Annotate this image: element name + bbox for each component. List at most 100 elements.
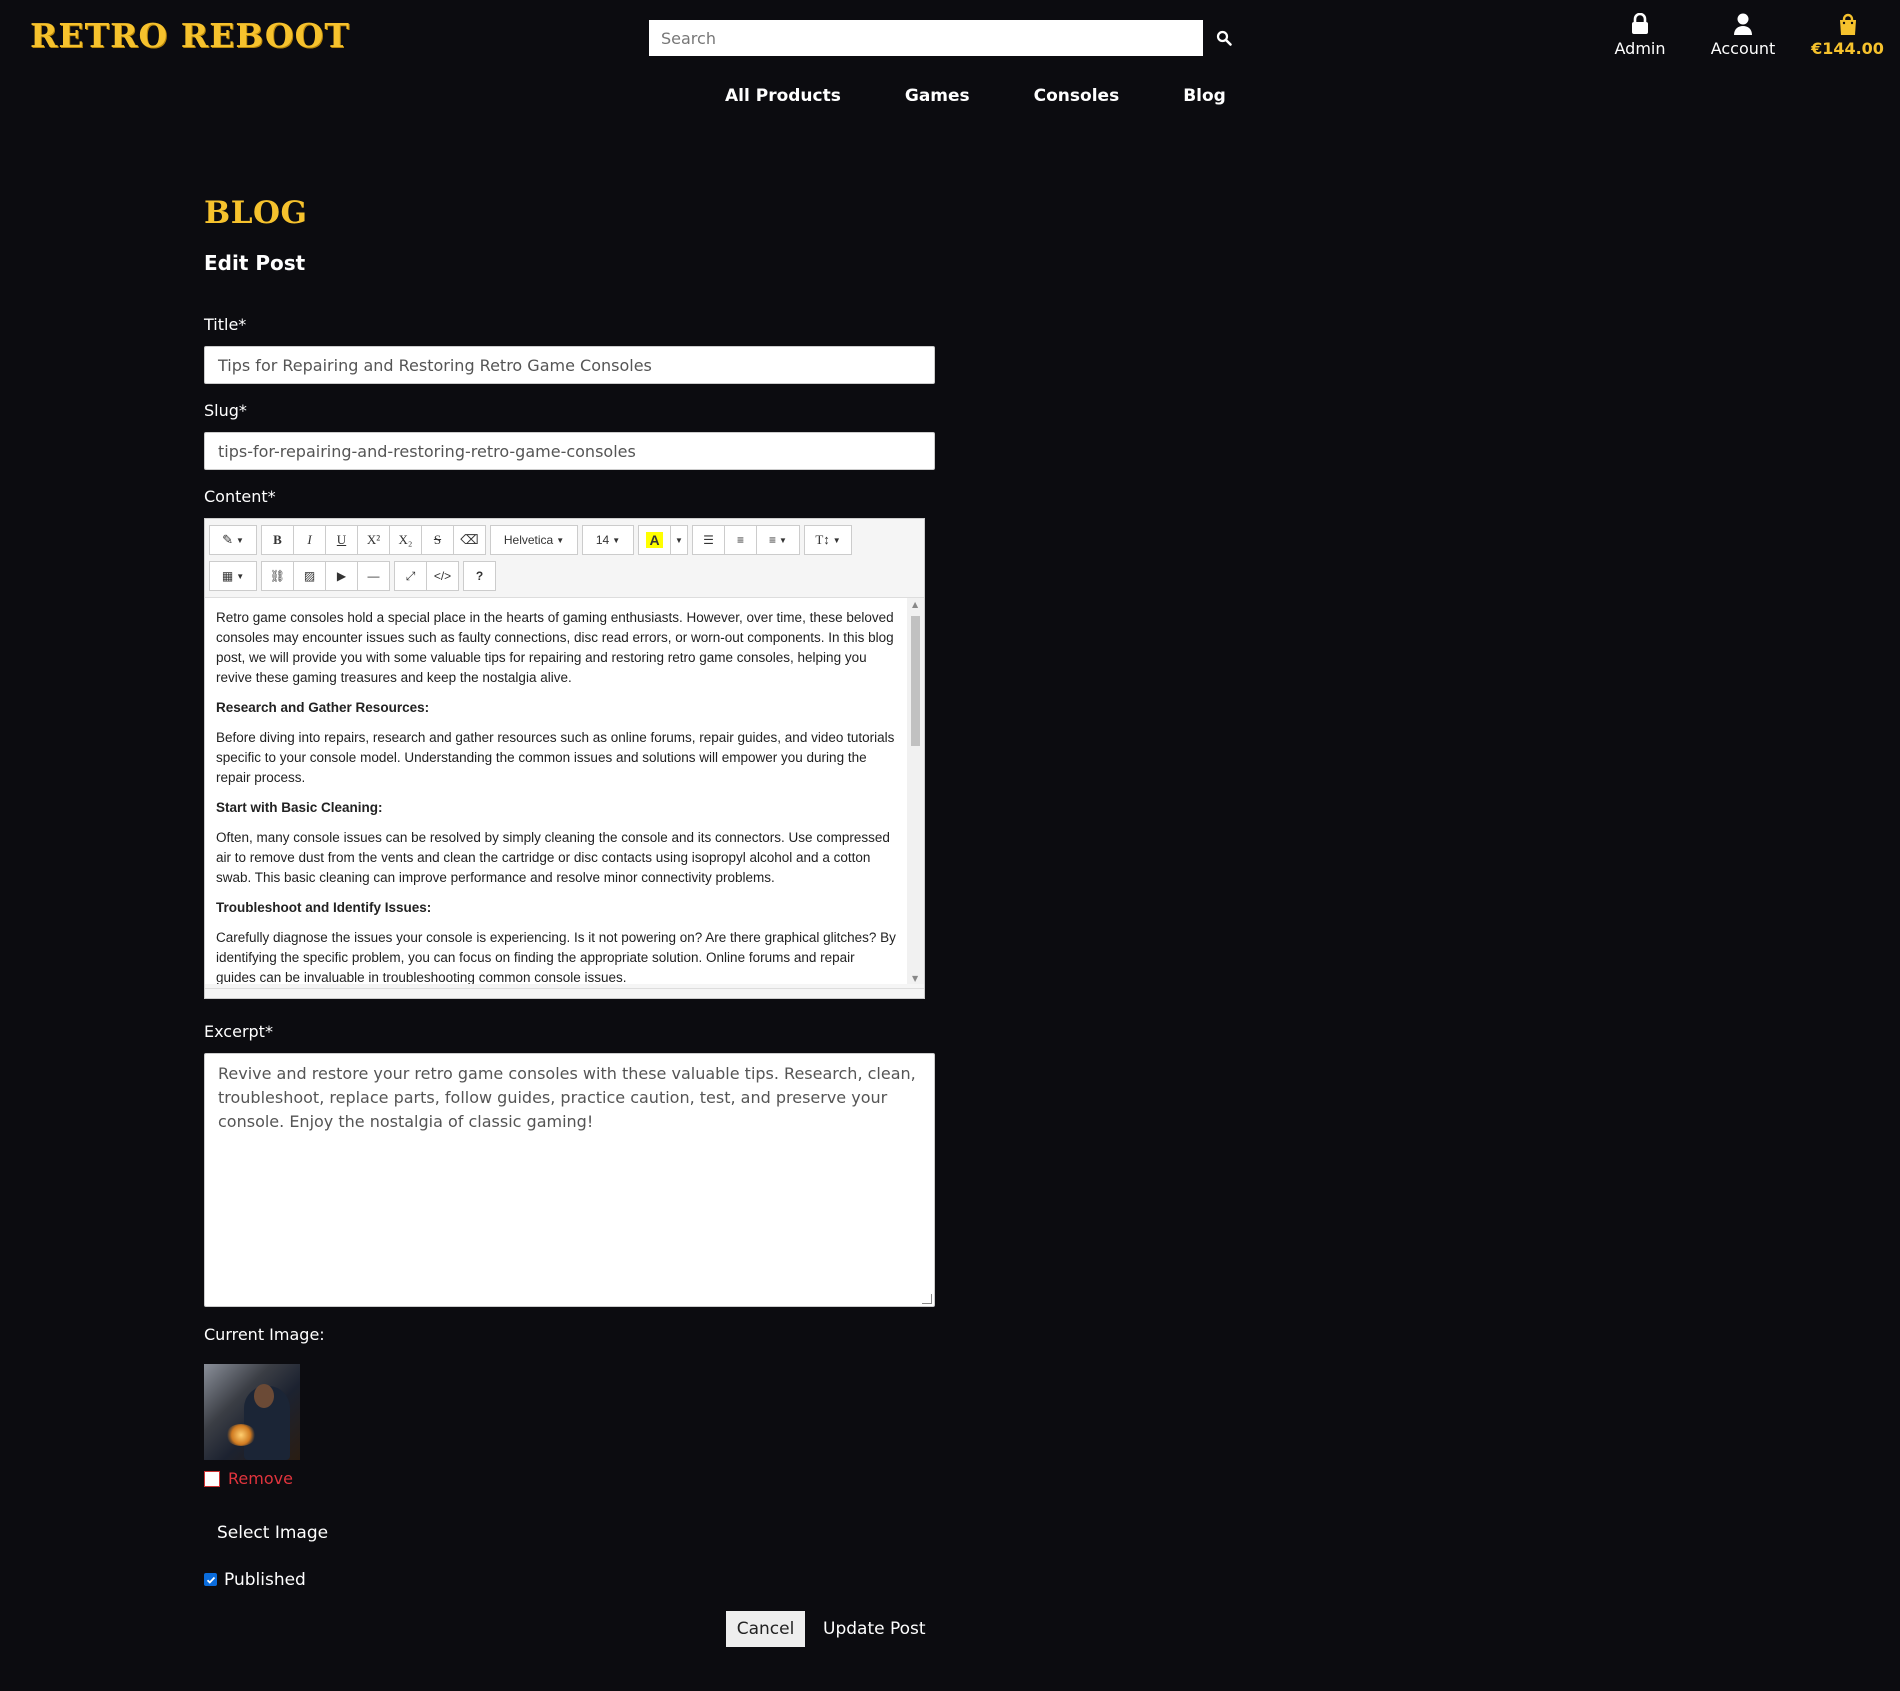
superscript-button[interactable]: X² — [357, 525, 390, 555]
nav-blog[interactable]: Blog — [1183, 86, 1226, 106]
italic-button[interactable]: I — [293, 525, 326, 555]
ordered-list-icon: ≡ — [736, 533, 744, 547]
select-image-button[interactable]: Select Image — [217, 1523, 328, 1543]
title-input[interactable]: Tips for Repairing and Restoring Retro G… — [204, 346, 935, 384]
code-view-icon: </> — [433, 569, 452, 583]
eraser-icon: ⌫ — [460, 532, 479, 547]
horizontal-rule-button[interactable]: — — [357, 561, 390, 591]
scroll-up-icon[interactable]: ▲ — [912, 600, 918, 609]
help-group: ? — [463, 561, 496, 591]
editor-scrollbar[interactable]: ▲ ▼ — [907, 598, 924, 984]
scroll-down-icon[interactable]: ▼ — [912, 974, 918, 983]
content-editor: ✎ ▼ B I U X² X₂ S ⌫ Helvetica ▼ 14 ▼ A ▼ ☰ … — [204, 518, 925, 999]
font-name-group: Helvetica ▼ — [490, 525, 578, 555]
ordered-list-button[interactable]: ≡ — [724, 525, 757, 555]
nav-games[interactable]: Games — [905, 86, 970, 106]
nav-consoles[interactable]: Consoles — [1034, 86, 1120, 106]
published-checkbox[interactable] — [204, 1573, 217, 1586]
highlight-icon: A — [646, 532, 663, 548]
content-label: Content* — [204, 487, 276, 506]
editor-content-area[interactable]: Retro game consoles hold a special place… — [205, 597, 924, 984]
style-button[interactable]: ✎ ▼ — [209, 525, 257, 555]
editor-toolbar-row-2: ▦ ▼ ⛓ ▨ ▶ — ⤢ </> ? — [209, 561, 501, 591]
shopping-bag-icon — [1839, 13, 1856, 35]
table-icon: ▦ — [221, 569, 234, 583]
help-icon: ? — [475, 569, 484, 583]
shopping-bag-link[interactable]: €144.00 — [1800, 13, 1895, 58]
font-name-value: Helvetica — [503, 533, 554, 547]
color-group: A ▼ — [638, 525, 688, 555]
subscript-button[interactable]: X₂ — [389, 525, 422, 555]
editor-paragraph: Before diving into repairs, research and… — [216, 730, 895, 785]
clear-format-button[interactable]: ⌫ — [453, 525, 486, 555]
font-style-group: B I U X² X₂ S ⌫ — [261, 525, 486, 555]
admin-link[interactable]: Admin — [1595, 13, 1685, 58]
excerpt-label: Excerpt* — [204, 1022, 273, 1041]
link-button[interactable]: ⛓ — [261, 561, 294, 591]
height-group: T↕ ▼ — [804, 525, 852, 555]
lock-icon — [1632, 13, 1648, 34]
nav-all-products[interactable]: All Products — [725, 86, 841, 106]
admin-label: Admin — [1614, 39, 1666, 58]
site-logo[interactable]: RETRO REBOOT — [30, 16, 350, 55]
chevron-down-icon: ▼ — [675, 535, 683, 545]
published-label[interactable]: Published — [224, 1570, 306, 1590]
page-title: BLOG — [204, 195, 308, 231]
search-button[interactable] — [1203, 20, 1245, 56]
header-links: Admin Account €144.00 — [1580, 13, 1900, 63]
bold-button[interactable]: B — [261, 525, 294, 555]
editor-heading: Research and Gather Resources: — [216, 700, 430, 715]
font-size-value: 14 — [595, 533, 610, 547]
magic-icon: ✎ — [222, 532, 233, 547]
remove-image-checkbox[interactable] — [204, 1471, 220, 1487]
scroll-thumb[interactable] — [911, 616, 920, 746]
account-link[interactable]: Account — [1698, 13, 1788, 58]
help-button[interactable]: ? — [463, 561, 496, 591]
fullscreen-icon: ⤢ — [405, 568, 416, 583]
slug-label: Slug* — [204, 401, 247, 420]
search-input[interactable] — [649, 20, 1203, 56]
page-subtitle: Edit Post — [204, 251, 306, 275]
editor-resize-bar[interactable] — [205, 988, 924, 998]
highlight-button[interactable]: A — [638, 525, 671, 555]
bold-icon: B — [273, 532, 282, 547]
chevron-down-icon: ▼ — [556, 535, 565, 545]
table-dropdown[interactable]: ▦ ▼ — [209, 561, 257, 591]
line-height-dropdown[interactable]: T↕ ▼ — [804, 525, 852, 555]
remove-image-label[interactable]: Remove — [228, 1469, 293, 1488]
unordered-list-button[interactable]: ☰ — [692, 525, 725, 555]
font-size-dropdown[interactable]: 14 ▼ — [582, 525, 634, 555]
bag-total: €144.00 — [1811, 39, 1884, 58]
code-view-button[interactable]: </> — [426, 561, 459, 591]
editor-heading: Troubleshoot and Identify Issues: — [216, 900, 432, 915]
picture-button[interactable]: ▨ — [293, 561, 326, 591]
video-icon: ▶ — [336, 569, 347, 583]
video-button[interactable]: ▶ — [325, 561, 358, 591]
link-icon: ⛓ — [269, 569, 286, 583]
color-dropdown[interactable]: ▼ — [670, 525, 688, 555]
line-height-icon: T↕ — [815, 532, 830, 547]
strikethrough-icon: S — [433, 532, 442, 547]
resize-grip-icon[interactable] — [922, 1294, 932, 1304]
style-group: ✎ ▼ — [209, 525, 257, 555]
editor-toolbar-row-1: ✎ ▼ B I U X² X₂ S ⌫ Helvetica ▼ 14 ▼ A ▼ ☰ … — [209, 525, 857, 555]
underline-button[interactable]: U — [325, 525, 358, 555]
paragraph-align-dropdown[interactable]: ≡ ▼ — [756, 525, 800, 555]
current-image-thumbnail — [204, 1364, 300, 1460]
editor-paragraph: Carefully diagnose the issues your conso… — [216, 930, 896, 984]
align-icon: ≡ — [769, 533, 777, 547]
excerpt-textarea[interactable]: Revive and restore your retro game conso… — [204, 1053, 935, 1307]
main-navigation: All Products Games Consoles Blog — [725, 86, 1290, 106]
cancel-button[interactable]: Cancel — [726, 1611, 805, 1647]
paragraph-group: ☰ ≡ ≡ ▼ — [692, 525, 800, 555]
editor-paragraph: Often, many console issues can be resolv… — [216, 830, 890, 885]
update-post-button[interactable]: Update Post — [823, 1611, 926, 1647]
title-label: Title* — [204, 315, 247, 334]
view-group: ⤢ </> — [394, 561, 459, 591]
fullscreen-button[interactable]: ⤢ — [394, 561, 427, 591]
slug-input[interactable]: tips-for-repairing-and-restoring-retro-g… — [204, 432, 935, 470]
excerpt-value: Revive and restore your retro game conso… — [218, 1064, 916, 1131]
font-name-dropdown[interactable]: Helvetica ▼ — [490, 525, 578, 555]
current-image-label: Current Image: — [204, 1325, 325, 1344]
strikethrough-button[interactable]: S — [421, 525, 454, 555]
